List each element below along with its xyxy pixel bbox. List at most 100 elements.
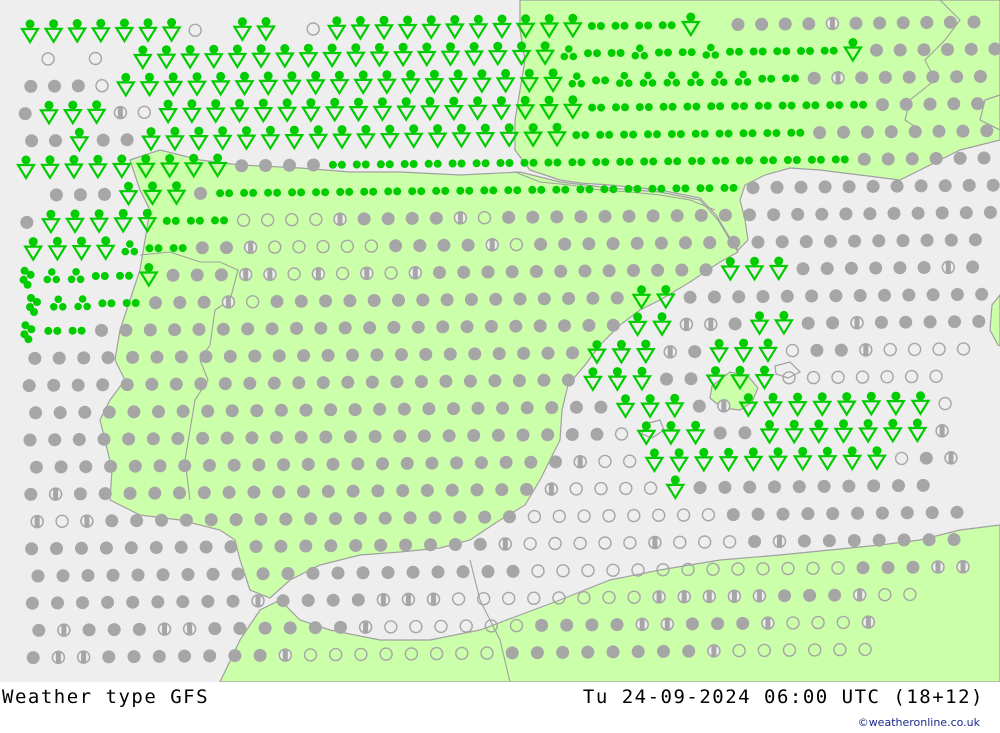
weather-symbol-overcast [802, 17, 816, 31]
weather-symbol-overcast [791, 207, 805, 221]
weather-symbol-clear-few-clouds [855, 370, 870, 384]
weather-symbol-overcast [694, 208, 708, 222]
weather-symbol-overcast [378, 511, 392, 525]
weather-symbol-shower [332, 125, 352, 150]
weather-symbol-overcast [971, 97, 985, 111]
weather-symbol-overcast [917, 261, 931, 274]
weather-symbol-rain [568, 158, 586, 167]
weather-symbol-rain [264, 188, 282, 197]
weather-symbol-shower [669, 448, 690, 473]
weather-symbol-overcast [25, 596, 39, 610]
weather-symbol-clear-few-clouds [41, 52, 55, 66]
weather-symbol-rain [162, 216, 180, 225]
weather-symbol-overcast [32, 623, 46, 637]
weather-symbol-overcast [281, 567, 295, 580]
weather-symbol-overcast [393, 429, 407, 443]
weather-symbol-partly-cloudy [752, 589, 767, 603]
weather-symbol-clear-few-clouds [329, 647, 343, 662]
weather-symbol-rain [240, 188, 258, 197]
weather-symbol-layer [16, 12, 1000, 665]
weather-symbol-overcast [299, 403, 313, 417]
weather-symbol-overcast [267, 376, 281, 390]
weather-symbol-overcast [506, 564, 520, 578]
weather-symbol-overcast [684, 372, 698, 386]
weather-symbol-shower [443, 96, 464, 122]
weather-symbol-shower [427, 124, 448, 149]
weather-symbol-overcast [732, 290, 746, 304]
weather-symbol-clear-few-clouds [409, 619, 423, 634]
weather-symbol-overcast [900, 506, 914, 520]
weather-symbol-moderate-rain [639, 71, 657, 87]
weather-symbol-moderate-rain [663, 71, 681, 87]
weather-symbol-clear-few-clouds [782, 643, 797, 657]
weather-symbol-shower [759, 420, 780, 445]
weather-symbol-overcast [341, 375, 355, 389]
weather-symbol-overcast [574, 210, 588, 224]
weather-symbol-shower [861, 391, 882, 417]
weather-symbol-overcast [878, 288, 891, 302]
weather-symbol-overcast [194, 186, 207, 200]
weather-symbol-rain [644, 130, 661, 139]
weather-symbol-overcast [343, 294, 357, 308]
weather-symbol-overcast [926, 70, 940, 84]
weather-symbol-overcast [326, 457, 340, 471]
weather-symbol-overcast [923, 315, 937, 329]
weather-symbol-overcast [699, 263, 713, 277]
weather-symbol-clear-few-clouds [602, 509, 616, 523]
weather-symbol-overcast [431, 565, 445, 579]
weather-symbol-shower [718, 447, 739, 473]
weather-symbol-overcast [374, 538, 388, 552]
weather-symbol-overcast [950, 70, 964, 84]
weather-symbol-shower [67, 19, 88, 44]
weather-symbol-shower [492, 14, 512, 40]
weather-symbol-shower [40, 209, 61, 235]
weather-symbol-overcast [751, 507, 765, 521]
weather-symbol-overcast [775, 235, 789, 249]
weather-symbol-shower [156, 45, 177, 70]
weather-symbol-overcast [929, 152, 943, 165]
weather-symbol-shower [400, 69, 421, 95]
weather-symbol-overcast [541, 346, 555, 360]
weather-symbol-overcast [874, 315, 888, 329]
weather-symbol-shower [817, 446, 838, 472]
weather-symbol-shower [547, 122, 567, 148]
weather-symbol-overcast [768, 480, 781, 494]
weather-symbol-overcast [820, 262, 834, 275]
credit-link[interactable]: ©weatheronline.co.uk [858, 716, 980, 729]
weather-symbol-shower [274, 44, 295, 69]
weather-symbol-overcast [947, 533, 961, 546]
weather-symbol-overcast [225, 404, 239, 418]
weather-symbol-overcast [513, 292, 527, 306]
weather-symbol-rain [216, 189, 234, 198]
weather-symbol-overcast [610, 618, 624, 632]
weather-symbol-clear-few-clouds [614, 427, 629, 441]
weather-symbol-rain [667, 130, 685, 139]
weather-symbol-rain [611, 21, 629, 30]
weather-symbol-overcast [941, 43, 954, 56]
weather-symbol-shower [768, 256, 789, 282]
weather-symbol-overcast [851, 506, 865, 520]
weather-symbol-overcast [549, 455, 562, 469]
weather-symbol-shower [808, 419, 829, 445]
weather-symbol-overcast [365, 375, 379, 389]
weather-symbol-overcast [950, 505, 964, 519]
weather-symbol-overcast [119, 323, 133, 337]
weather-symbol-overcast [95, 323, 108, 337]
weather-symbol-shower [210, 71, 231, 97]
weather-symbol-overcast [155, 513, 168, 527]
weather-symbol-overcast [101, 595, 115, 609]
weather-symbol-clear-few-clouds [455, 646, 469, 661]
weather-symbol-overcast [406, 565, 420, 579]
weather-symbol-shower [467, 96, 488, 121]
weather-symbol-overcast [558, 237, 572, 251]
weather-symbol-moderate-rain [43, 268, 61, 284]
weather-symbol-overcast [24, 79, 38, 93]
weather-symbol-shower [159, 154, 180, 179]
weather-symbol-overcast [881, 152, 895, 166]
weather-symbol-clear-few-clouds [480, 646, 494, 660]
weather-symbol-shower [23, 237, 44, 262]
weather-symbol-shower [833, 419, 854, 444]
weather-symbol-overcast [586, 291, 600, 305]
weather-symbol-overcast [973, 69, 987, 83]
weather-symbol-overcast [329, 512, 342, 526]
